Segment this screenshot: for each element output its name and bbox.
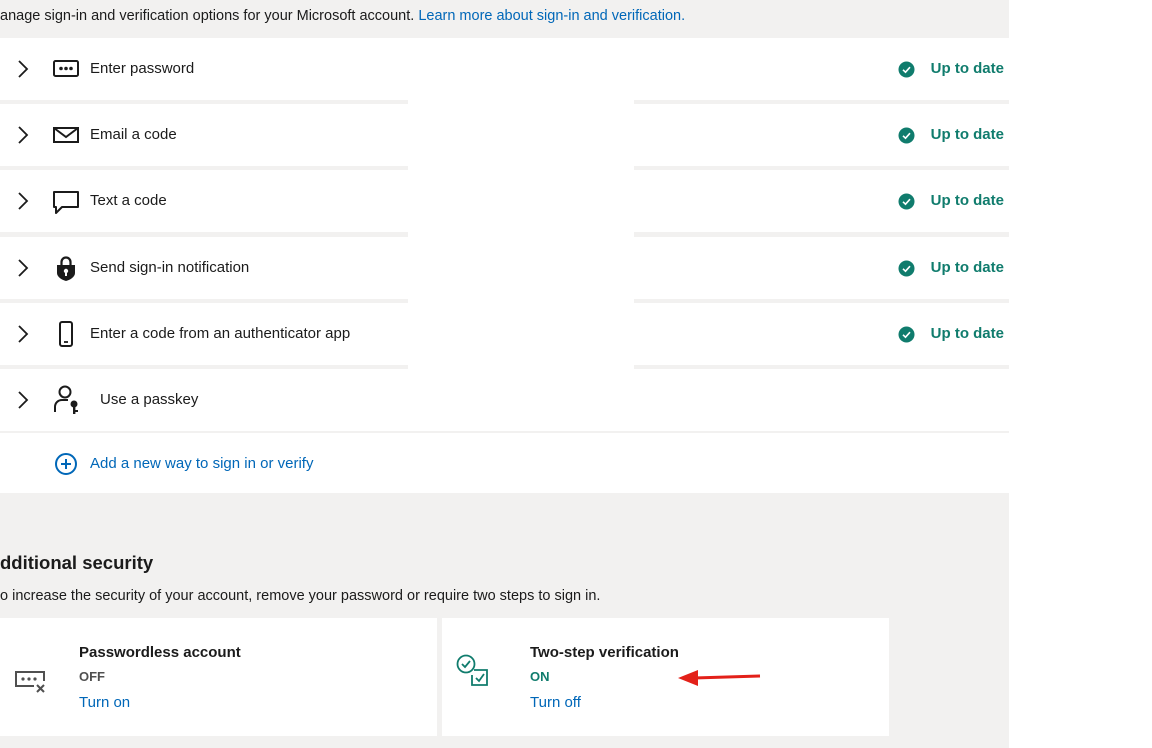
phone-icon bbox=[59, 321, 73, 347]
person-key-icon bbox=[54, 385, 78, 414]
add-sign-in-method-row[interactable]: Add a new way to sign in or verify bbox=[0, 433, 1009, 493]
card-title: Passwordless account bbox=[79, 644, 241, 661]
password-off-icon bbox=[15, 671, 45, 693]
method-row-passkey[interactable]: Use a passkey bbox=[0, 369, 1009, 431]
method-row-authenticator-app[interactable]: Enter a code from an authenticator app U… bbox=[0, 303, 1009, 365]
add-sign-in-method-link[interactable]: Add a new way to sign in or verify bbox=[90, 455, 313, 472]
divider-gap bbox=[408, 365, 634, 371]
two-step-verification-card: Two-step verification ON Turn off bbox=[442, 618, 889, 736]
method-label: Text a code bbox=[90, 192, 167, 209]
intro-text: anage sign-in and verification options f… bbox=[0, 8, 685, 24]
method-row-text-code[interactable]: Text a code Up to date bbox=[0, 170, 1009, 232]
divider-gap bbox=[408, 100, 634, 106]
status-badge: Up to date bbox=[930, 325, 1004, 342]
envelope-icon bbox=[53, 127, 79, 143]
method-label: Send sign-in notification bbox=[90, 259, 250, 276]
chevron-right-icon[interactable] bbox=[16, 324, 30, 344]
two-step-check-icon bbox=[456, 654, 488, 686]
check-circle-icon bbox=[898, 193, 915, 210]
learn-more-link[interactable]: Learn more about sign-in and verificatio… bbox=[418, 8, 685, 24]
add-circle-icon[interactable] bbox=[54, 452, 78, 476]
password-dots-icon bbox=[53, 60, 79, 77]
chevron-right-icon[interactable] bbox=[16, 258, 30, 278]
passwordless-account-card: Passwordless account OFF Turn on bbox=[0, 618, 437, 736]
method-label: Enter a code from an authenticator app bbox=[90, 325, 351, 342]
method-label: Email a code bbox=[90, 126, 177, 143]
method-row-sign-in-notification[interactable]: Send sign-in notification Up to date bbox=[0, 237, 1009, 299]
divider-gap bbox=[408, 166, 634, 172]
card-title: Two-step verification bbox=[530, 644, 679, 661]
chevron-right-icon[interactable] bbox=[16, 390, 30, 410]
check-circle-icon bbox=[898, 260, 915, 277]
additional-security-heading: dditional security bbox=[0, 552, 154, 573]
method-row-email-code[interactable]: Email a code Up to date bbox=[0, 104, 1009, 166]
chat-bubble-icon bbox=[53, 191, 79, 214]
check-circle-icon bbox=[898, 61, 915, 78]
status-badge: Up to date bbox=[930, 126, 1004, 143]
chevron-right-icon[interactable] bbox=[16, 191, 30, 211]
intro-description: anage sign-in and verification options f… bbox=[0, 8, 415, 24]
status-badge: ON bbox=[530, 669, 550, 684]
method-label: Enter password bbox=[90, 60, 195, 77]
chevron-right-icon[interactable] bbox=[16, 125, 30, 145]
status-badge: Up to date bbox=[930, 259, 1004, 276]
annotation-arrow-icon bbox=[678, 670, 761, 686]
lock-shield-icon bbox=[57, 256, 75, 281]
check-circle-icon bbox=[898, 127, 915, 144]
check-circle-icon bbox=[898, 326, 915, 343]
turn-off-link[interactable]: Turn off bbox=[530, 694, 581, 711]
status-badge: Up to date bbox=[930, 60, 1004, 77]
method-label: Use a passkey bbox=[100, 391, 199, 408]
status-badge: OFF bbox=[79, 669, 105, 684]
divider-gap bbox=[408, 298, 634, 304]
method-row-enter-password[interactable]: Enter password Up to date bbox=[0, 38, 1009, 100]
divider-gap bbox=[408, 232, 634, 238]
additional-security-description: o increase the security of your account,… bbox=[0, 588, 601, 604]
turn-on-link[interactable]: Turn on bbox=[79, 694, 130, 711]
chevron-right-icon[interactable] bbox=[16, 59, 30, 79]
status-badge: Up to date bbox=[930, 192, 1004, 209]
